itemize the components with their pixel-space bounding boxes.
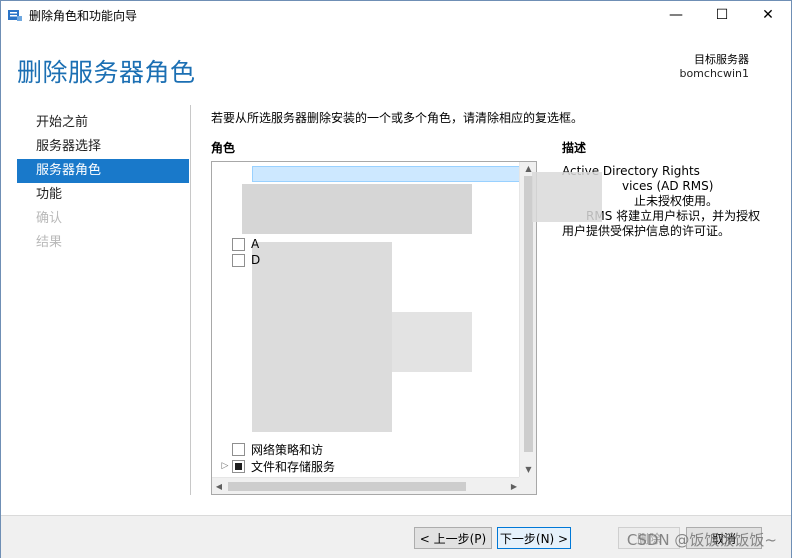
- description-line: 用户提供受保护信息的许可证。: [562, 224, 731, 238]
- horizontal-scroll-thumb[interactable]: [228, 482, 466, 491]
- role-description: Active Directory Rights vices (AD RMS) 止…: [532, 164, 762, 239]
- instruction-text: 若要从所选服务器删除安装的一个或多个角色，请清除相应的复选框。: [211, 111, 584, 125]
- roles-header: 角色: [211, 141, 236, 155]
- wizard-nav: 开始之前 服务器选择 服务器角色 功能 确认 结果: [17, 111, 189, 255]
- watermark: CSDN @饭饭饭饭饭~: [626, 531, 777, 549]
- role-label: A: [251, 237, 260, 251]
- destination-value: bomchcwin1: [679, 67, 749, 80]
- role-label: D: [251, 253, 261, 267]
- minimize-button[interactable]: —: [653, 1, 699, 29]
- previous-button[interactable]: < 上一步(P): [414, 527, 492, 549]
- role-label: 网络策略和访: [251, 442, 324, 457]
- nav-item-features[interactable]: 功能: [17, 183, 189, 207]
- server-manager-icon: [7, 7, 23, 23]
- role-checkbox[interactable]: [232, 237, 245, 251]
- window-controls: — ☐ ✕: [653, 1, 791, 29]
- role-checkbox[interactable]: [232, 253, 245, 267]
- horizontal-scrollbar[interactable]: ◀ ▶: [212, 477, 521, 494]
- role-checkbox[interactable]: [232, 442, 245, 456]
- nav-item-confirmation: 确认: [36, 211, 63, 226]
- page-title: 删除服务器角色: [17, 58, 196, 87]
- maximize-button[interactable]: ☐: [699, 1, 745, 29]
- role-label: 文件和存储服务: [251, 459, 336, 474]
- nav-item-before-you-begin[interactable]: 开始之前: [17, 111, 189, 135]
- wizard-footer: < 上一步(P) 下一步(N) > 删除 取消 CSDN @饭饭饭饭饭~: [1, 515, 791, 558]
- nav-item-results: 结果: [36, 235, 63, 250]
- nav-item-server-roles[interactable]: 服务器角色: [17, 159, 189, 183]
- role-checkbox[interactable]: [232, 459, 245, 473]
- scroll-left-icon[interactable]: ◀: [212, 478, 226, 494]
- destination-label: 目标服务器: [694, 53, 749, 66]
- close-button[interactable]: ✕: [745, 1, 791, 29]
- title-bar: 删除角色和功能向导 — ☐ ✕: [1, 1, 791, 29]
- tree-row[interactable]: 网络策略和访: [212, 440, 323, 458]
- window-title: 删除角色和功能向导: [29, 8, 138, 23]
- next-button[interactable]: 下一步(N) >: [497, 527, 571, 549]
- roles-tree[interactable]: A D 网络策略和访 ▷ 文件和存储服务 ▲ ▼ ◀ ▶: [211, 161, 537, 495]
- destination-server: 目标服务器 bomchcwin1: [679, 53, 749, 81]
- tree-row[interactable]: D: [212, 251, 260, 269]
- obscured-area: [242, 184, 472, 234]
- nav-divider: [190, 105, 191, 495]
- scroll-down-icon[interactable]: ▼: [520, 463, 536, 477]
- nav-item-server-selection[interactable]: 服务器选择: [17, 135, 189, 159]
- obscured-area: [392, 312, 472, 372]
- obscured-area: [532, 172, 602, 222]
- selected-row-highlight: [252, 166, 520, 182]
- description-header: 描述: [562, 141, 587, 155]
- tree-row[interactable]: ▷ 文件和存储服务: [212, 457, 335, 475]
- chevron-right-icon[interactable]: ▷: [218, 461, 232, 471]
- scroll-corner: [519, 477, 536, 494]
- wizard-window: 删除角色和功能向导 — ☐ ✕ 删除服务器角色 目标服务器 bomchcwin1…: [0, 0, 792, 558]
- obscured-area: [252, 242, 392, 432]
